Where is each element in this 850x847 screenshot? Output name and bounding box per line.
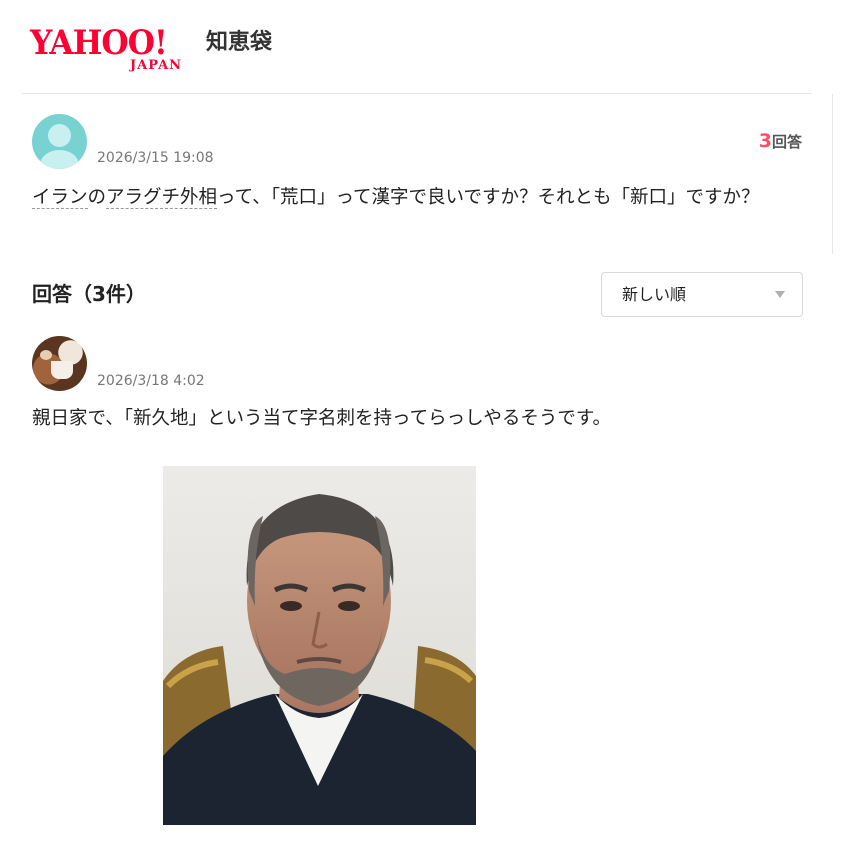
question-text-rest: って、「荒口」って漢字で良いですか？それとも「新口」ですか？ xyxy=(217,187,760,208)
answerer-avatar[interactable] xyxy=(32,336,87,391)
sort-order-select[interactable]: 新しい順 xyxy=(601,272,803,317)
question-date: 2026/3/15 19:08 xyxy=(97,150,214,166)
answers-heading: 回答（3件） xyxy=(32,282,146,306)
avatar-photo-detail xyxy=(40,350,52,360)
answer-attached-photo[interactable] xyxy=(163,466,476,825)
avatar-head-shape xyxy=(48,124,71,147)
avatar-photo-cup xyxy=(51,361,73,379)
yahoo-chiebukuro-logo[interactable]: YAHOO! JAPAN xyxy=(30,26,202,74)
answer-count: 3回答 xyxy=(759,130,802,153)
header-divider xyxy=(22,93,812,94)
answer-text: 親日家で、「新久地」という当て字名刺を持ってらっしやるそうです。 xyxy=(32,408,612,429)
question-text: イランのアラグチ外相って、「荒口」って漢字で良いですか？それとも「新口」ですか？ xyxy=(32,184,808,211)
avatar-body-shape xyxy=(40,150,79,169)
answer-count-unit: 回答 xyxy=(771,133,802,151)
logo-japan-text: JAPAN xyxy=(130,58,183,73)
keyword-link-araghchi[interactable]: アラグチ外相 xyxy=(106,187,218,209)
answer-date: 2026/3/18 4:02 xyxy=(97,373,205,389)
sort-order-label: 新しい順 xyxy=(622,285,687,304)
keyword-link-iran[interactable]: イラン xyxy=(32,187,88,209)
caret-down-icon xyxy=(775,291,785,298)
user-avatar-icon[interactable] xyxy=(32,114,87,169)
logo-yahoo-text: YAHOO! xyxy=(30,23,168,63)
answer-count-number: 3 xyxy=(758,130,772,152)
service-name[interactable]: 知恵袋 xyxy=(206,30,272,56)
site-header: YAHOO! JAPAN 知恵袋 xyxy=(0,0,850,94)
column-divider xyxy=(832,94,833,254)
portrait-photo-graphic xyxy=(163,466,476,825)
question-text-connector: の xyxy=(87,187,107,208)
